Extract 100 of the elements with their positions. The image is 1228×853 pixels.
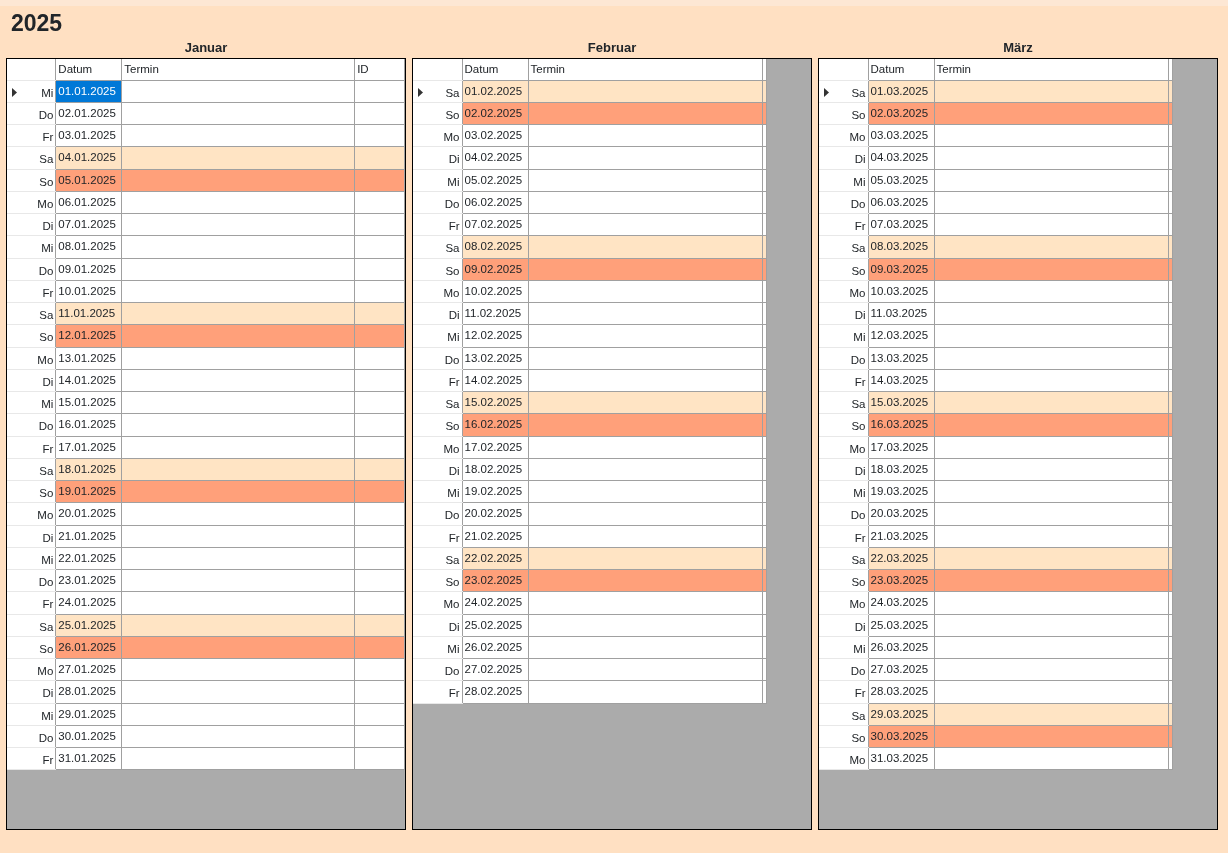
column-header[interactable]: Termin xyxy=(934,59,1168,80)
date-cell[interactable]: 31.01.2025 xyxy=(56,748,122,770)
appointment-cell[interactable] xyxy=(121,258,355,281)
date-cell[interactable]: 16.03.2025 xyxy=(868,414,934,436)
appointment-cell[interactable] xyxy=(528,458,762,481)
appointment-cell[interactable] xyxy=(934,102,1168,125)
date-cell[interactable]: 01.01.2025 xyxy=(56,80,122,102)
column-header[interactable]: Datum xyxy=(462,59,528,80)
date-cell[interactable]: 20.01.2025 xyxy=(56,503,122,525)
appointment-cell[interactable] xyxy=(121,502,355,525)
date-cell[interactable]: 05.01.2025 xyxy=(56,169,122,191)
date-cell[interactable]: 23.02.2025 xyxy=(462,570,528,592)
appointment-cell[interactable] xyxy=(121,213,355,236)
date-cell[interactable]: 09.01.2025 xyxy=(56,258,122,280)
column-header[interactable]: Termin xyxy=(121,59,355,80)
date-cell[interactable]: 30.01.2025 xyxy=(56,725,122,747)
appointment-cell[interactable] xyxy=(934,658,1168,681)
date-cell[interactable]: 03.01.2025 xyxy=(56,125,122,147)
appointment-cell[interactable] xyxy=(121,458,355,481)
date-cell[interactable]: 12.02.2025 xyxy=(462,325,528,347)
appointment-cell[interactable] xyxy=(121,324,355,347)
date-cell[interactable]: 06.03.2025 xyxy=(868,191,934,213)
date-cell[interactable]: 23.01.2025 xyxy=(56,570,122,592)
date-cell[interactable]: 22.01.2025 xyxy=(56,547,122,569)
appointment-cell[interactable] xyxy=(121,191,355,214)
date-cell[interactable]: 21.02.2025 xyxy=(462,525,528,547)
date-cell[interactable]: 17.01.2025 xyxy=(56,436,122,458)
date-cell[interactable]: 22.03.2025 xyxy=(868,547,934,569)
appointment-cell[interactable] xyxy=(934,569,1168,592)
date-cell[interactable]: 29.01.2025 xyxy=(56,703,122,725)
appointment-cell[interactable] xyxy=(121,614,355,637)
date-cell[interactable]: 06.02.2025 xyxy=(462,191,528,213)
appointment-cell[interactable] xyxy=(121,658,355,681)
date-cell[interactable]: 01.02.2025 xyxy=(462,80,528,102)
date-cell[interactable]: 21.01.2025 xyxy=(56,525,122,547)
appointment-cell[interactable] xyxy=(121,302,355,325)
date-cell[interactable]: 03.03.2025 xyxy=(868,125,934,147)
date-cell[interactable]: 12.01.2025 xyxy=(56,325,122,347)
appointment-cell[interactable] xyxy=(934,280,1168,303)
date-cell[interactable]: 08.03.2025 xyxy=(868,236,934,258)
appointment-cell[interactable] xyxy=(121,80,355,103)
date-cell[interactable]: 08.02.2025 xyxy=(462,236,528,258)
appointment-cell[interactable] xyxy=(121,725,355,748)
date-cell[interactable]: 25.03.2025 xyxy=(868,614,934,636)
appointment-cell[interactable] xyxy=(121,547,355,570)
appointment-cell[interactable] xyxy=(528,80,762,103)
appointment-cell[interactable] xyxy=(934,413,1168,436)
appointment-cell[interactable] xyxy=(528,436,762,459)
appointment-cell[interactable] xyxy=(528,614,762,637)
appointment-cell[interactable] xyxy=(934,302,1168,325)
appointment-cell[interactable] xyxy=(934,725,1168,748)
date-cell[interactable]: 14.03.2025 xyxy=(868,369,934,391)
date-cell[interactable]: 18.03.2025 xyxy=(868,458,934,480)
appointment-cell[interactable] xyxy=(934,614,1168,637)
date-cell[interactable]: 16.01.2025 xyxy=(56,414,122,436)
date-cell[interactable]: 07.03.2025 xyxy=(868,214,934,236)
date-cell[interactable]: 28.01.2025 xyxy=(56,681,122,703)
appointment-cell[interactable] xyxy=(121,480,355,503)
appointment-cell[interactable] xyxy=(934,636,1168,659)
appointment-cell[interactable] xyxy=(528,658,762,681)
appointment-cell[interactable] xyxy=(121,413,355,436)
appointment-cell[interactable] xyxy=(934,458,1168,481)
appointment-cell[interactable] xyxy=(121,747,355,770)
date-cell[interactable]: 13.01.2025 xyxy=(56,347,122,369)
date-cell[interactable]: 15.03.2025 xyxy=(868,392,934,414)
date-cell[interactable]: 27.03.2025 xyxy=(868,659,934,681)
date-cell[interactable]: 22.02.2025 xyxy=(462,547,528,569)
appointment-cell[interactable] xyxy=(121,680,355,703)
appointment-cell[interactable] xyxy=(934,502,1168,525)
date-cell[interactable]: 04.01.2025 xyxy=(56,147,122,169)
appointment-cell[interactable] xyxy=(121,347,355,370)
date-cell[interactable]: 09.03.2025 xyxy=(868,258,934,280)
appointment-cell[interactable] xyxy=(528,591,762,614)
appointment-cell[interactable] xyxy=(121,703,355,726)
date-cell[interactable]: 05.02.2025 xyxy=(462,169,528,191)
appointment-cell[interactable] xyxy=(528,191,762,214)
date-cell[interactable]: 11.01.2025 xyxy=(56,303,122,325)
appointment-cell[interactable] xyxy=(121,436,355,459)
appointment-cell[interactable] xyxy=(528,258,762,281)
date-cell[interactable]: 16.02.2025 xyxy=(462,414,528,436)
date-cell[interactable]: 08.01.2025 xyxy=(56,236,122,258)
appointment-cell[interactable] xyxy=(528,146,762,169)
date-cell[interactable]: 10.01.2025 xyxy=(56,280,122,302)
date-cell[interactable]: 24.01.2025 xyxy=(56,592,122,614)
date-cell[interactable]: 25.02.2025 xyxy=(462,614,528,636)
date-cell[interactable]: 19.01.2025 xyxy=(56,481,122,503)
date-cell[interactable]: 02.03.2025 xyxy=(868,102,934,124)
appointment-cell[interactable] xyxy=(528,124,762,147)
appointment-cell[interactable] xyxy=(121,146,355,169)
date-cell[interactable]: 30.03.2025 xyxy=(868,725,934,747)
date-cell[interactable]: 13.02.2025 xyxy=(462,347,528,369)
appointment-cell[interactable] xyxy=(528,324,762,347)
date-cell[interactable]: 03.02.2025 xyxy=(462,125,528,147)
date-cell[interactable]: 04.03.2025 xyxy=(868,147,934,169)
date-cell[interactable]: 01.03.2025 xyxy=(868,80,934,102)
appointment-cell[interactable] xyxy=(121,369,355,392)
appointment-cell[interactable] xyxy=(934,124,1168,147)
appointment-cell[interactable] xyxy=(934,525,1168,548)
appointment-cell[interactable] xyxy=(934,747,1168,770)
date-cell[interactable]: 24.02.2025 xyxy=(462,592,528,614)
